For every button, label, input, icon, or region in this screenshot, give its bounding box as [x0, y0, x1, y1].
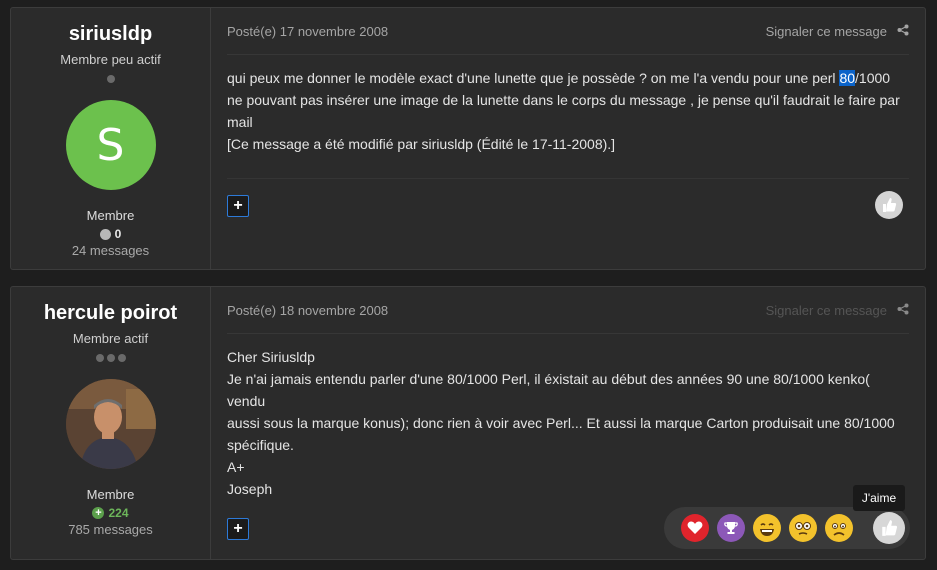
- heart-icon[interactable]: [681, 514, 709, 542]
- post-meta: Posté(e) 18 novembre 2008 Signaler ce me…: [227, 287, 909, 334]
- body-line: Cher Siriusldp: [227, 349, 315, 365]
- post-body: qui peux me donner le modèle exact d'une…: [227, 67, 909, 155]
- laugh-icon[interactable]: [753, 514, 781, 542]
- body-text-part: qui peux me donner le modèle exact d'une…: [227, 70, 840, 86]
- like-tooltip: J'aime: [853, 485, 905, 511]
- body-line: [Ce message a été modifié par siriusldp …: [227, 136, 616, 152]
- reputation-value: 224: [108, 506, 129, 520]
- like-icon[interactable]: [873, 512, 905, 544]
- activity-pips: [106, 75, 115, 85]
- body-line: Joseph: [227, 481, 273, 497]
- sad-icon[interactable]: [825, 514, 853, 542]
- body-line: ne pouvant pas insérer une image de la l…: [227, 92, 900, 108]
- report-link[interactable]: Signaler ce message: [766, 303, 887, 318]
- author-panel: siriusldp Membre peu actif S Membre 0 24…: [11, 8, 211, 269]
- reputation-value: 0: [114, 227, 122, 241]
- reputation-neutral-icon: [99, 228, 111, 240]
- author-title: Membre actif: [72, 331, 149, 346]
- multiquote-button[interactable]: +: [227, 195, 249, 217]
- post-meta: Posté(e) 17 novembre 2008 Signaler ce me…: [227, 8, 909, 55]
- post-body: Cher Siriusldp Je n'ai jamais entendu pa…: [227, 346, 909, 500]
- avatar-photo: [65, 379, 156, 469]
- post-count: 24 messages: [71, 243, 150, 258]
- reputation-badge: 0: [99, 227, 122, 241]
- post-date[interactable]: Posté(e) 17 novembre 2008: [227, 24, 388, 39]
- body-line: spécifique.: [227, 437, 294, 453]
- author-group: Membre: [86, 487, 135, 502]
- activity-pip-icon: [106, 354, 115, 362]
- post-siriusldp: siriusldp Membre peu actif S Membre 0 24…: [10, 7, 926, 270]
- author-name[interactable]: siriusldp: [69, 23, 152, 46]
- share-icon[interactable]: [897, 303, 909, 318]
- author-name[interactable]: hercule poirot: [44, 302, 177, 325]
- body-text-part: /1000: [855, 70, 891, 86]
- reactions-bar: [664, 507, 910, 549]
- activity-pip-icon: [117, 354, 126, 362]
- avatar[interactable]: S: [65, 100, 156, 190]
- share-icon[interactable]: [897, 24, 909, 39]
- reputation-plus-icon: +: [92, 507, 105, 519]
- post-content: Posté(e) 17 novembre 2008 Signaler ce me…: [211, 8, 925, 269]
- thumbs-up-icon: [883, 198, 897, 212]
- report-link[interactable]: Signaler ce message: [766, 24, 887, 39]
- highlighted-text: 80: [839, 70, 856, 86]
- avatar[interactable]: [65, 379, 156, 469]
- author-group: Membre: [86, 208, 135, 223]
- post-date[interactable]: Posté(e) 18 novembre 2008: [227, 303, 388, 318]
- trophy-icon[interactable]: [717, 514, 745, 542]
- confused-icon[interactable]: [789, 514, 817, 542]
- avatar-letter: S: [96, 119, 125, 171]
- activity-pip-icon: [106, 75, 115, 83]
- post-count: 785 messages: [68, 522, 153, 537]
- body-line: qui peux me donner le modèle exact d'une…: [227, 67, 909, 89]
- body-line: Je n'ai jamais entendu parler d'une 80/1…: [227, 371, 870, 409]
- like-button[interactable]: [875, 191, 903, 219]
- body-line: A+: [227, 459, 245, 475]
- reputation-badge: + 224: [92, 506, 129, 520]
- author-title: Membre peu actif: [60, 52, 161, 67]
- author-panel: hercule poirot Membre actif Membre + 224…: [11, 287, 211, 559]
- activity-pips: [95, 354, 126, 364]
- body-line: aussi sous la marque konus); donc rien à…: [227, 415, 895, 431]
- body-line: mail: [227, 114, 253, 130]
- divider: [227, 178, 909, 179]
- multiquote-button[interactable]: +: [227, 518, 249, 540]
- activity-pip-icon: [95, 354, 104, 362]
